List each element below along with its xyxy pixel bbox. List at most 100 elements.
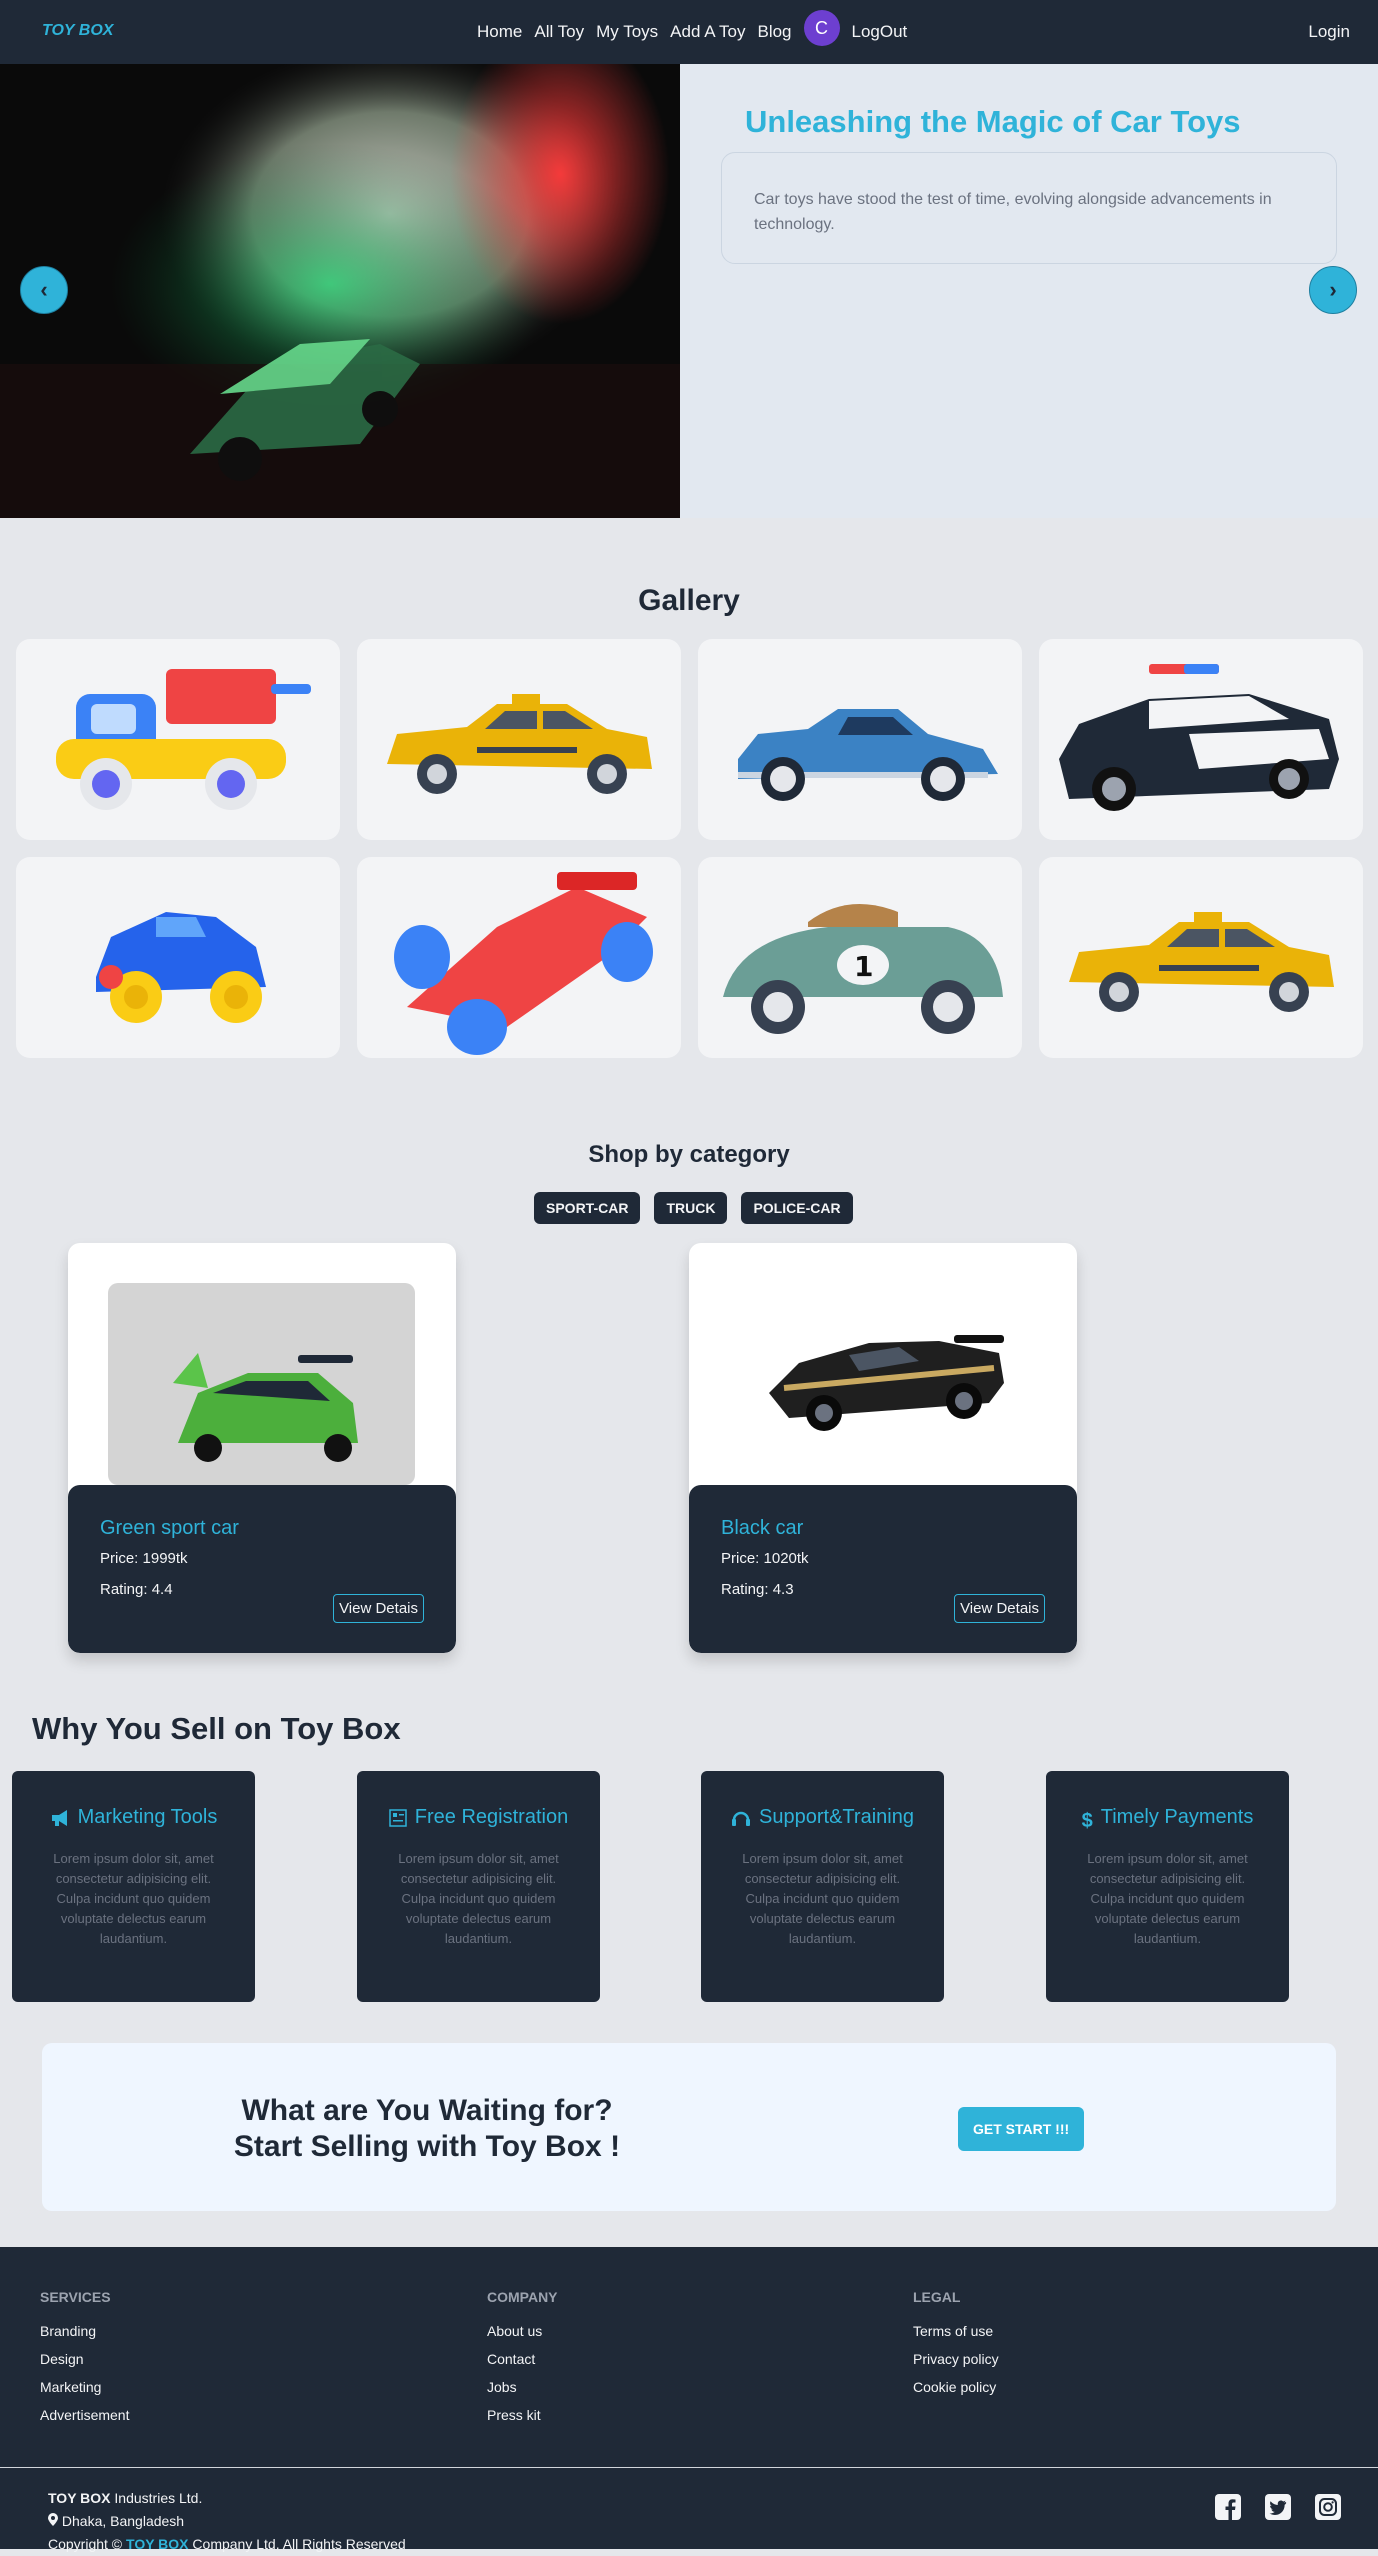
gallery-item-vintage-blue-car[interactable] — [698, 639, 1022, 840]
hero-title: Unleashing the Magic of Car Toys — [745, 104, 1241, 139]
gallery-item-taxi[interactable] — [357, 639, 681, 840]
footer-link[interactable]: Privacy policy — [913, 2351, 999, 2367]
footer-legal: LEGAL Terms of use Privacy policy Cookie… — [913, 2289, 999, 2407]
gallery-item-vintage-race-car[interactable]: 1 — [698, 857, 1022, 1058]
gallery-item-police-car[interactable] — [1039, 639, 1363, 840]
product-card: Black car Price: 1020tk Rating: 4.3 View… — [689, 1243, 1077, 1653]
footer-bottom: TOY BOX Industries Ltd. Dhaka, Banglades… — [48, 2487, 406, 2556]
category-tabs: SPORT-CAR TRUCK POLICE-CAR — [534, 1192, 853, 1224]
footer-services: SERVICES Branding Design Marketing Adver… — [40, 2289, 129, 2435]
feature-title: Timely Payments — [1100, 1806, 1254, 1828]
footer-link[interactable]: Advertisement — [40, 2407, 129, 2423]
dollar-icon: $ — [1081, 1810, 1093, 1832]
why-sell-title: Why You Sell on Toy Box — [32, 1711, 401, 1746]
location-pin-icon — [48, 2513, 62, 2529]
tab-truck[interactable]: TRUCK — [654, 1192, 728, 1224]
svg-text:1: 1 — [854, 950, 873, 983]
site-logo[interactable]: TOY BOX — [42, 22, 113, 40]
twitter-icon[interactable] — [1264, 2493, 1292, 2521]
feature-card: Free Registration Lorem ipsum dolor sit,… — [357, 1771, 600, 2002]
hero-description: Car toys have stood the test of time, ev… — [754, 191, 1272, 233]
nav-home[interactable]: Home — [477, 22, 522, 42]
registration-icon — [389, 1807, 407, 1835]
footer-company-name: TOY BOX Industries Ltd. — [48, 2487, 406, 2510]
tab-police-car[interactable]: POLICE-CAR — [741, 1192, 853, 1224]
headset-icon — [731, 1807, 751, 1835]
footer-link[interactable]: Design — [40, 2351, 129, 2367]
feature-text: Lorem ipsum dolor sit, amet consectetur … — [1087, 1851, 1248, 1946]
footer-heading: COMPANY — [487, 2289, 558, 2305]
footer-link[interactable]: Cookie policy — [913, 2379, 999, 2395]
category-title: Shop by category — [588, 1141, 790, 1168]
product-name: Black car — [721, 1517, 804, 1539]
feature-text: Lorem ipsum dolor sit, amet consectetur … — [398, 1851, 559, 1946]
product-card: Green sport car Price: 1999tk Rating: 4.… — [68, 1243, 456, 1653]
footer-location: Dhaka, Bangladesh — [48, 2510, 406, 2533]
nav-add-toy[interactable]: Add A Toy — [670, 22, 745, 42]
footer-divider — [0, 2467, 1378, 2468]
cta-banner: What are You Waiting for? Start Selling … — [42, 2043, 1336, 2211]
gallery-item-taxi-2[interactable] — [1039, 857, 1363, 1058]
copyright-brand: TOY BOX — [126, 2536, 189, 2552]
feature-card: Support&Training Lorem ipsum dolor sit, … — [701, 1771, 944, 2002]
nav-my-toys[interactable]: My Toys — [596, 22, 658, 42]
chevron-right-icon: › — [1329, 277, 1337, 302]
footer-copyright: Copyright © TOY BOX Company Ltd. All Rig… — [48, 2533, 406, 2556]
gallery-item-blue-jeep[interactable] — [16, 857, 340, 1058]
navbar: TOY BOX Home All Toy My Toys Add A Toy B… — [0, 0, 1378, 64]
footer-link[interactable]: Press kit — [487, 2407, 558, 2423]
megaphone-icon — [50, 1807, 70, 1835]
product-info: Black car Price: 1020tk Rating: 4.3 View… — [689, 1485, 1077, 1653]
footer-link[interactable]: Contact — [487, 2351, 558, 2367]
nav-links: Home All Toy My Toys Add A Toy Blog C Lo… — [477, 10, 919, 46]
footer-link[interactable]: Marketing — [40, 2379, 129, 2395]
footer-link[interactable]: Jobs — [487, 2379, 558, 2395]
hero-description-box: Car toys have stood the test of time, ev… — [721, 152, 1337, 264]
feature-text: Lorem ipsum dolor sit, amet consectetur … — [742, 1851, 903, 1946]
cta-heading: What are You Waiting for? Start Selling … — [177, 2093, 677, 2165]
carousel-prev-button[interactable]: ‹ — [20, 266, 68, 314]
view-details-button[interactable]: View Detais — [333, 1594, 424, 1623]
product-info: Green sport car Price: 1999tk Rating: 4.… — [68, 1485, 456, 1653]
green-sport-car-icon — [108, 1283, 415, 1485]
footer-brand: TOY BOX — [48, 2490, 111, 2506]
gallery-item-dump-truck[interactable] — [16, 639, 340, 840]
nav-blog[interactable]: Blog — [757, 22, 791, 42]
vintage-blue-car-toy-icon — [738, 709, 998, 801]
social-links — [1214, 2493, 1342, 2521]
cta-line-2: Start Selling with Toy Box ! — [233, 2130, 621, 2163]
product-price: Price: 1999tk — [100, 1550, 188, 1567]
feature-title: Support&Training — [759, 1806, 914, 1828]
product-price: Price: 1020tk — [721, 1550, 809, 1567]
footer-link[interactable]: Branding — [40, 2323, 129, 2339]
feature-text: Lorem ipsum dolor sit, amet consectetur … — [53, 1851, 214, 1946]
footer-link[interactable]: About us — [487, 2323, 558, 2339]
feature-card: Marketing Tools Lorem ipsum dolor sit, a… — [12, 1771, 255, 2002]
footer-link[interactable]: Terms of use — [913, 2323, 999, 2339]
red-race-car-toy-icon — [394, 872, 653, 1055]
chevron-left-icon: ‹ — [40, 277, 48, 302]
feature-card: $ Timely Payments Lorem ipsum dolor sit,… — [1046, 1771, 1289, 2002]
copyright-prefix: Copyright © — [48, 2536, 123, 2552]
footer-heading: SERVICES — [40, 2289, 111, 2305]
instagram-icon[interactable] — [1314, 2493, 1342, 2521]
facebook-icon[interactable] — [1214, 2493, 1242, 2521]
copyright-suffix: Company Ltd. All Rights Reserved — [192, 2536, 406, 2552]
gallery-item-red-race-car[interactable] — [357, 857, 681, 1058]
tab-sport-car[interactable]: SPORT-CAR — [534, 1192, 641, 1224]
get-start-button[interactable]: GET START !!! — [958, 2107, 1085, 2151]
feature-title: Free Registration — [414, 1806, 569, 1828]
footer-company-suffix: Industries Ltd. — [114, 2490, 203, 2506]
hero-image — [0, 64, 680, 518]
nav-login[interactable]: Login — [1308, 22, 1350, 42]
avatar[interactable]: C — [803, 10, 840, 46]
hero-carousel: Unleashing the Magic of Car Toys Car toy… — [0, 64, 1378, 518]
nav-logout[interactable]: LogOut — [852, 22, 908, 42]
carousel-next-button[interactable]: › — [1309, 266, 1357, 314]
product-image — [68, 1243, 456, 1485]
blue-jeep-toy-icon — [96, 912, 266, 1023]
nav-all-toy[interactable]: All Toy — [534, 22, 584, 42]
police-car-toy-icon — [1059, 664, 1339, 811]
taxi-toy-icon — [387, 694, 652, 794]
view-details-button[interactable]: View Detais — [954, 1594, 1045, 1623]
